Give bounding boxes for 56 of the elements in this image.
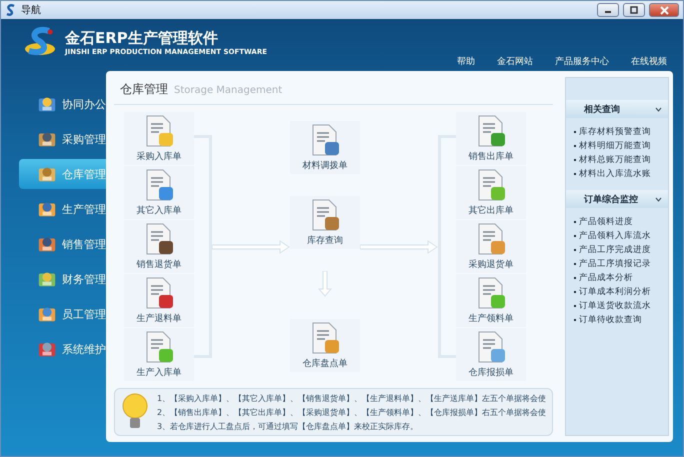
section-header[interactable]: 订单综合监控 bbox=[566, 190, 668, 208]
sidebar-item[interactable]: 生产管理 bbox=[37, 194, 106, 224]
form-shortcut[interactable]: 销售退货单 bbox=[124, 220, 194, 273]
form-shortcut[interactable]: 生产入库单 bbox=[124, 328, 194, 381]
maximize-icon bbox=[630, 6, 638, 14]
logo-icon bbox=[5, 4, 17, 16]
form-shortcut[interactable]: 其它入库单 bbox=[124, 166, 194, 219]
minimize-button[interactable] bbox=[597, 3, 619, 17]
sidebar-item[interactable]: 采购管理 bbox=[37, 124, 106, 154]
form-shortcut[interactable]: 销售出库单 bbox=[456, 112, 526, 165]
query-link[interactable]: 订单送货收款流水 bbox=[579, 300, 652, 312]
form-shortcut[interactable]: 库存查询 bbox=[290, 196, 360, 249]
tip-text: 3、若仓库进行人工盘点后，可通过填写【仓库盘点单】来校正实际库存。 bbox=[157, 420, 420, 432]
close-icon bbox=[660, 6, 668, 14]
sidebar-item[interactable]: 员工管理 bbox=[37, 299, 106, 329]
arrow-icon bbox=[360, 240, 438, 254]
section-header[interactable]: 相关查询 bbox=[566, 100, 668, 118]
query-link[interactable]: 材料明细万能查询 bbox=[579, 140, 652, 152]
query-link[interactable]: 材料出入库流水账 bbox=[579, 168, 652, 180]
chevron-icon bbox=[655, 196, 662, 202]
form-shortcut[interactable]: 生产领料单 bbox=[456, 274, 526, 327]
form-shortcut[interactable]: 采购退货单 bbox=[456, 220, 526, 273]
header-link[interactable]: 产品服务中心 bbox=[555, 55, 609, 67]
maximize-button[interactable] bbox=[623, 3, 645, 17]
sidebar-item[interactable]: 销售管理 bbox=[37, 229, 106, 259]
form-shortcut[interactable]: 材料调拨单 bbox=[290, 121, 360, 174]
arrow-icon bbox=[212, 240, 290, 254]
arrow-icon bbox=[318, 271, 332, 297]
header-link[interactable]: 帮助 bbox=[457, 55, 475, 67]
form-shortcut[interactable]: 其它出库单 bbox=[456, 166, 526, 219]
query-link[interactable]: 材料总账万能查询 bbox=[579, 154, 652, 166]
form-shortcut[interactable]: 生产退料单 bbox=[124, 274, 194, 327]
query-link[interactable]: 产品领料进度 bbox=[579, 216, 634, 228]
query-link[interactable]: 产品工序完成进度 bbox=[579, 244, 652, 256]
query-link[interactable]: 订单成本利润分析 bbox=[579, 286, 652, 298]
query-link[interactable]: 产品工序填报记录 bbox=[579, 258, 652, 270]
tip-text: 1、【采购入库单】、【其它入库单】、【销售退货单】、【生产退料单】、【生产送库单】左五个单据将会使 bbox=[157, 392, 546, 404]
query-link[interactable]: 产品领料入库流水 bbox=[579, 230, 652, 242]
form-shortcut[interactable]: 仓库盘点单 bbox=[290, 319, 360, 372]
form-shortcut[interactable]: 仓库报损单 bbox=[456, 328, 526, 381]
header-link[interactable]: 在线视频 bbox=[631, 55, 667, 67]
app-title: 金石ERP生产管理软件 bbox=[65, 28, 219, 48]
window-title: 导航 bbox=[21, 4, 42, 17]
header-link[interactable]: 金石网站 bbox=[497, 55, 533, 67]
sidebar-item[interactable]: 协同办公 bbox=[37, 89, 106, 119]
query-link[interactable]: 库存材料预警查询 bbox=[579, 126, 652, 138]
sidebar-item[interactable]: 财务管理 bbox=[37, 264, 106, 294]
sidebar-item[interactable]: 系统维护 bbox=[37, 334, 106, 364]
query-link[interactable]: 订单待收款查询 bbox=[579, 314, 642, 326]
panel-title: 仓库管理 bbox=[120, 81, 168, 98]
close-button[interactable] bbox=[649, 3, 679, 17]
query-link[interactable]: 产品成本分析 bbox=[579, 272, 634, 284]
chevron-icon bbox=[655, 106, 662, 112]
tip-text: 2、【销售出库单】、【其它出库单】、【采购退货单】、【生产领料单】、【仓库报损单】右五个单据将会使 bbox=[157, 406, 546, 418]
panel-subtitle: Storage Management bbox=[174, 85, 282, 96]
form-shortcut[interactable]: 采购入库单 bbox=[124, 112, 194, 165]
